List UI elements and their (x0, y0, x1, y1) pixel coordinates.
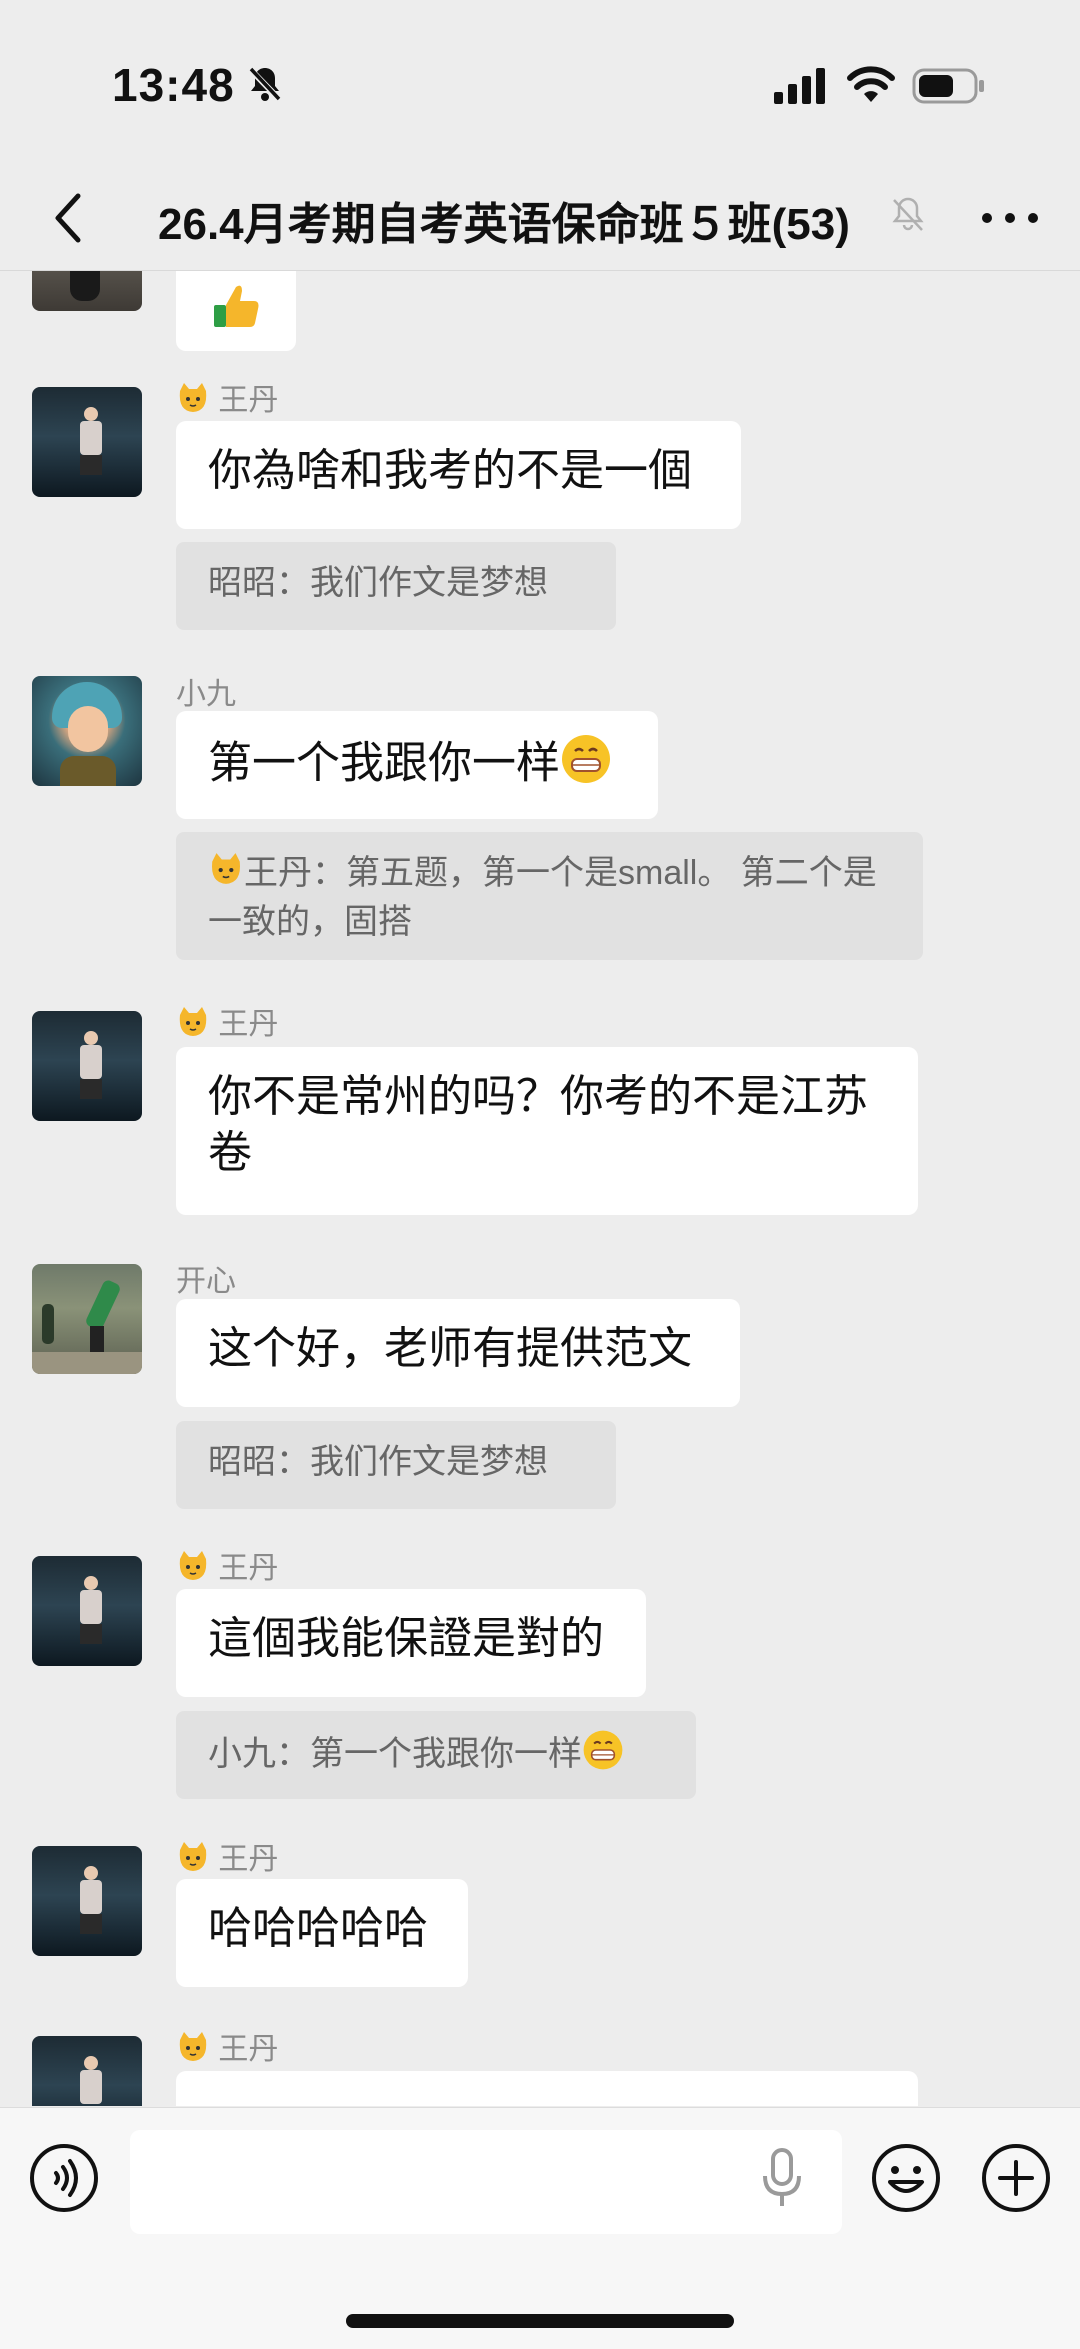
chat-header: 26.4月考期自考英语保命班５班(53) (0, 170, 1080, 271)
message-bubble[interactable]: 第一个我跟你一样 (176, 711, 658, 819)
sender-name: 王丹 (176, 2024, 278, 2072)
quoted-message[interactable]: 小九：第一个我跟你一样 (176, 1711, 696, 1799)
quoted-message[interactable]: 王丹：第五题，第一个是small。 第二个是一致的，固搭 (176, 832, 923, 960)
message-text-line: 卷 (208, 1128, 252, 1177)
cellular-signal-icon (774, 68, 825, 104)
message-bubble[interactable]: 這個我能保證是對的 (176, 1589, 646, 1697)
cat-face-emoji-icon (176, 1005, 210, 1047)
cat-face-emoji-icon (176, 1840, 210, 1882)
more-options-icon[interactable] (975, 198, 1045, 238)
message-text: 哈哈哈哈哈 (208, 1904, 428, 1953)
message-text: 這個我能保證是對的 (208, 1614, 604, 1663)
message-text-line: 你不是常州的吗？你考的不是江苏 (208, 1072, 868, 1121)
back-chevron-icon[interactable] (38, 182, 98, 252)
avatar[interactable] (32, 2036, 142, 2106)
battery-icon (912, 68, 984, 104)
more-actions-plus-icon[interactable] (980, 2142, 1052, 2214)
quote-text: 昭昭：我们作文是梦想 (208, 564, 548, 602)
message-text: 你為啥和我考的不是一個 (208, 446, 692, 495)
quoted-message[interactable]: 昭昭：我们作文是梦想 (176, 1421, 616, 1509)
message-bubble[interactable] (176, 2071, 918, 2106)
grinning-face-emoji-icon (560, 733, 612, 799)
sender-name: 开心 (176, 1265, 236, 1298)
cat-face-emoji-icon (208, 851, 244, 899)
home-indicator[interactable] (346, 2314, 734, 2328)
sender-name: 王丹 (176, 1834, 278, 1882)
status-bar: 13:48 (0, 0, 1080, 170)
avatar[interactable] (32, 271, 142, 311)
avatar[interactable] (32, 1011, 142, 1121)
message-bubble[interactable]: 哈哈哈哈哈 (176, 1879, 468, 1987)
input-bar (0, 2107, 1080, 2349)
message-input[interactable] (130, 2130, 842, 2234)
avatar[interactable] (32, 1846, 142, 1956)
message-bubble[interactable]: 这个好，老师有提供范文 (176, 1299, 740, 1407)
emoji-picker-icon[interactable] (870, 2142, 942, 2214)
thumbs-up-emoji-icon (214, 285, 259, 327)
quote-sender: 王丹 (244, 854, 312, 892)
avatar[interactable] (32, 387, 142, 497)
sender-name: 王丹 (176, 375, 278, 423)
avatar[interactable] (32, 1556, 142, 1666)
quote-text: 小九：第一个我跟你一样 (208, 1734, 582, 1773)
microphone-icon[interactable] (760, 2146, 804, 2210)
chat-message-list[interactable]: 王丹 你為啥和我考的不是一個 昭昭：我们作文是梦想 小九 第一个我跟你一样 王丹… (0, 271, 1080, 2106)
cat-face-emoji-icon (176, 381, 210, 423)
avatar[interactable] (32, 676, 142, 786)
message-text: 第一个我跟你一样 (208, 738, 560, 788)
wifi-icon (847, 66, 895, 102)
sender-name: 小九 (176, 678, 236, 711)
status-time: 13:48 (112, 59, 235, 111)
muted-bell-icon (892, 197, 924, 231)
voice-input-icon[interactable] (28, 2142, 100, 2214)
sender-name: 王丹 (176, 1543, 278, 1591)
avatar[interactable] (32, 1264, 142, 1374)
sticker-bubble[interactable] (176, 271, 296, 351)
quote-text: 昭昭：我们作文是梦想 (208, 1443, 548, 1481)
message-text: 这个好，老师有提供范文 (208, 1324, 692, 1373)
quoted-message[interactable]: 昭昭：我们作文是梦想 (176, 542, 616, 630)
mute-bell-icon (247, 66, 283, 103)
chat-title: 26.4月考期自考英语保命班５班(53) (158, 200, 850, 249)
cat-face-emoji-icon (176, 2030, 210, 2072)
cat-face-emoji-icon (176, 1549, 210, 1591)
sender-name: 王丹 (176, 999, 278, 1047)
message-bubble[interactable]: 你不是常州的吗？你考的不是江苏 卷 (176, 1047, 918, 1215)
grinning-face-emoji-icon (582, 1729, 624, 1783)
message-bubble[interactable]: 你為啥和我考的不是一個 (176, 421, 741, 529)
